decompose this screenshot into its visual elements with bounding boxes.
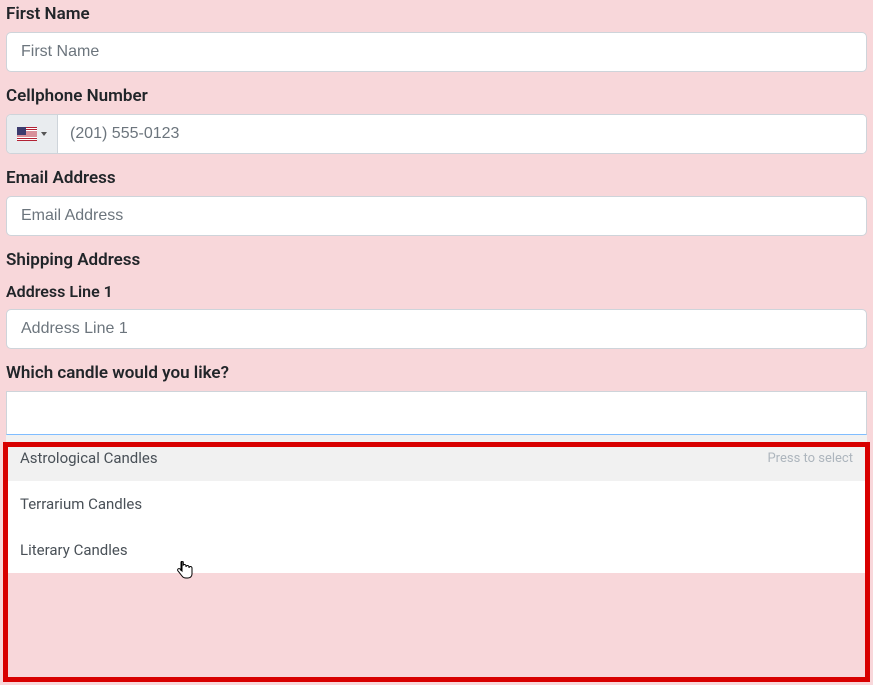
email-label: Email Address [6, 168, 867, 188]
country-flag-button[interactable] [7, 115, 58, 153]
candle-select-label: Which candle would you like? [6, 363, 867, 383]
candle-option[interactable]: Astrological Candles Press to select [6, 435, 867, 481]
us-flag-icon [17, 127, 37, 141]
address-line1-label: Address Line 1 [6, 282, 867, 301]
phone-input-group [6, 114, 867, 154]
candle-options-list: Astrological Candles Press to select Terra… [6, 435, 867, 573]
candle-option[interactable]: Terrarium Candles [6, 481, 867, 527]
candle-option-label: Terrarium Candles [20, 495, 142, 513]
cellphone-label: Cellphone Number [6, 86, 867, 106]
shipping-address-label: Shipping Address [6, 250, 867, 270]
address-line1-input[interactable] [6, 309, 867, 349]
first-name-input[interactable] [6, 32, 867, 72]
cellphone-input[interactable] [58, 115, 866, 153]
candle-option[interactable]: Literary Candles [6, 527, 867, 573]
press-to-select-hint: Press to select [767, 451, 853, 466]
candle-option-label: Literary Candles [20, 541, 128, 559]
candle-option-label: Astrological Candles [20, 449, 158, 467]
email-input[interactable] [6, 196, 867, 236]
caret-down-icon [41, 132, 47, 136]
first-name-label: First Name [6, 4, 867, 24]
candle-select-input[interactable] [6, 391, 867, 435]
